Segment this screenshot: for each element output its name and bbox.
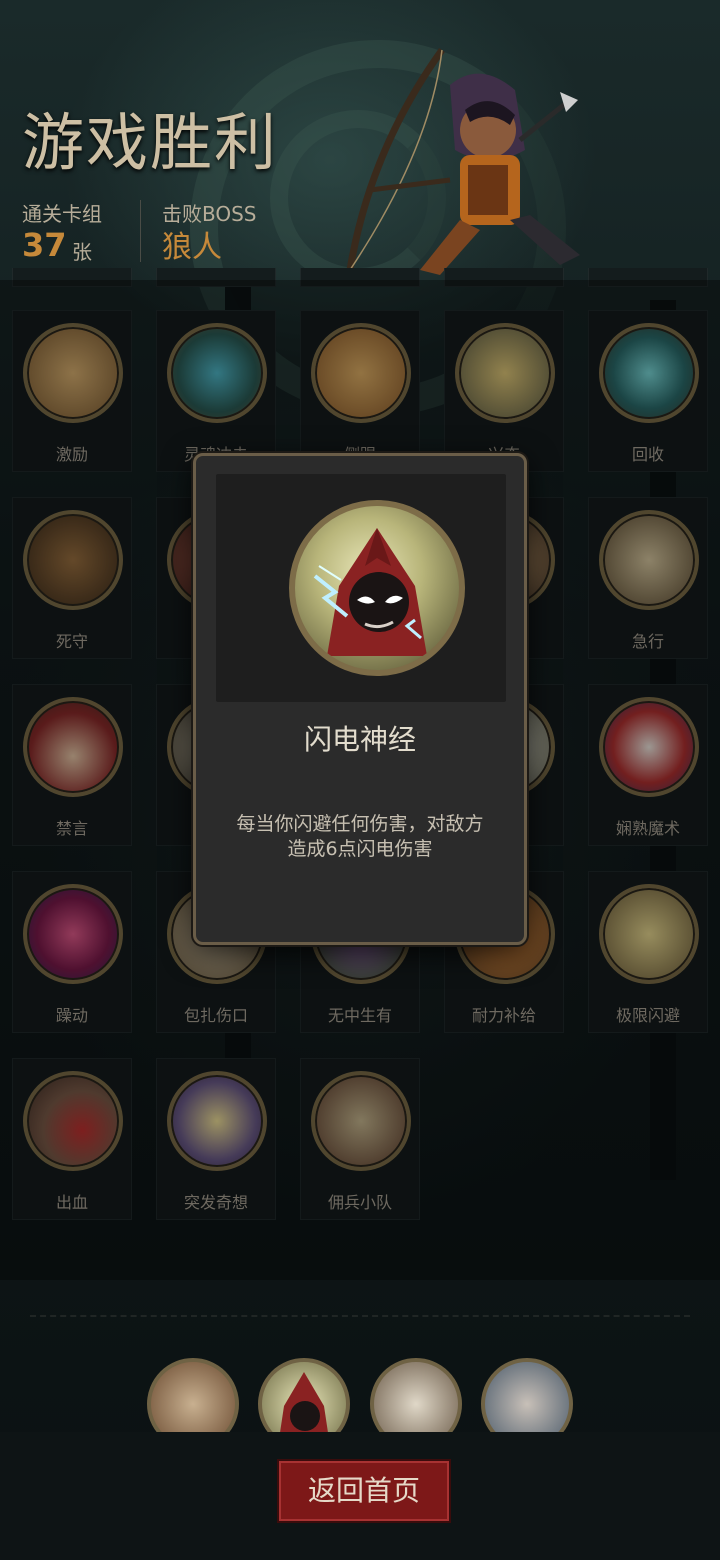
boss-name: 狼人: [162, 230, 222, 265]
card-art-panel: [216, 474, 506, 702]
card-name: 闪电神经: [303, 723, 416, 756]
stats-divider: [140, 200, 141, 262]
deck-count-value: 37: [22, 226, 67, 264]
page-title: 游戏胜利: [22, 106, 279, 179]
return-home-button[interactable]: 返回首页: [277, 1459, 451, 1523]
card-detail-modal: 闪电神经 每当你闪避任何伤害，对敌方造成6点闪电伤害: [193, 453, 527, 945]
archer-hero-illustration: [346, 47, 580, 275]
card-description: 每当你闪避任何伤害，对敌方造成6点闪电伤害: [236, 813, 484, 860]
lightning-hood-icon: [289, 500, 465, 676]
section-divider: [30, 1315, 690, 1317]
deck-count-unit: 张: [72, 240, 92, 264]
deck-count-label: 通关卡组: [22, 202, 102, 226]
